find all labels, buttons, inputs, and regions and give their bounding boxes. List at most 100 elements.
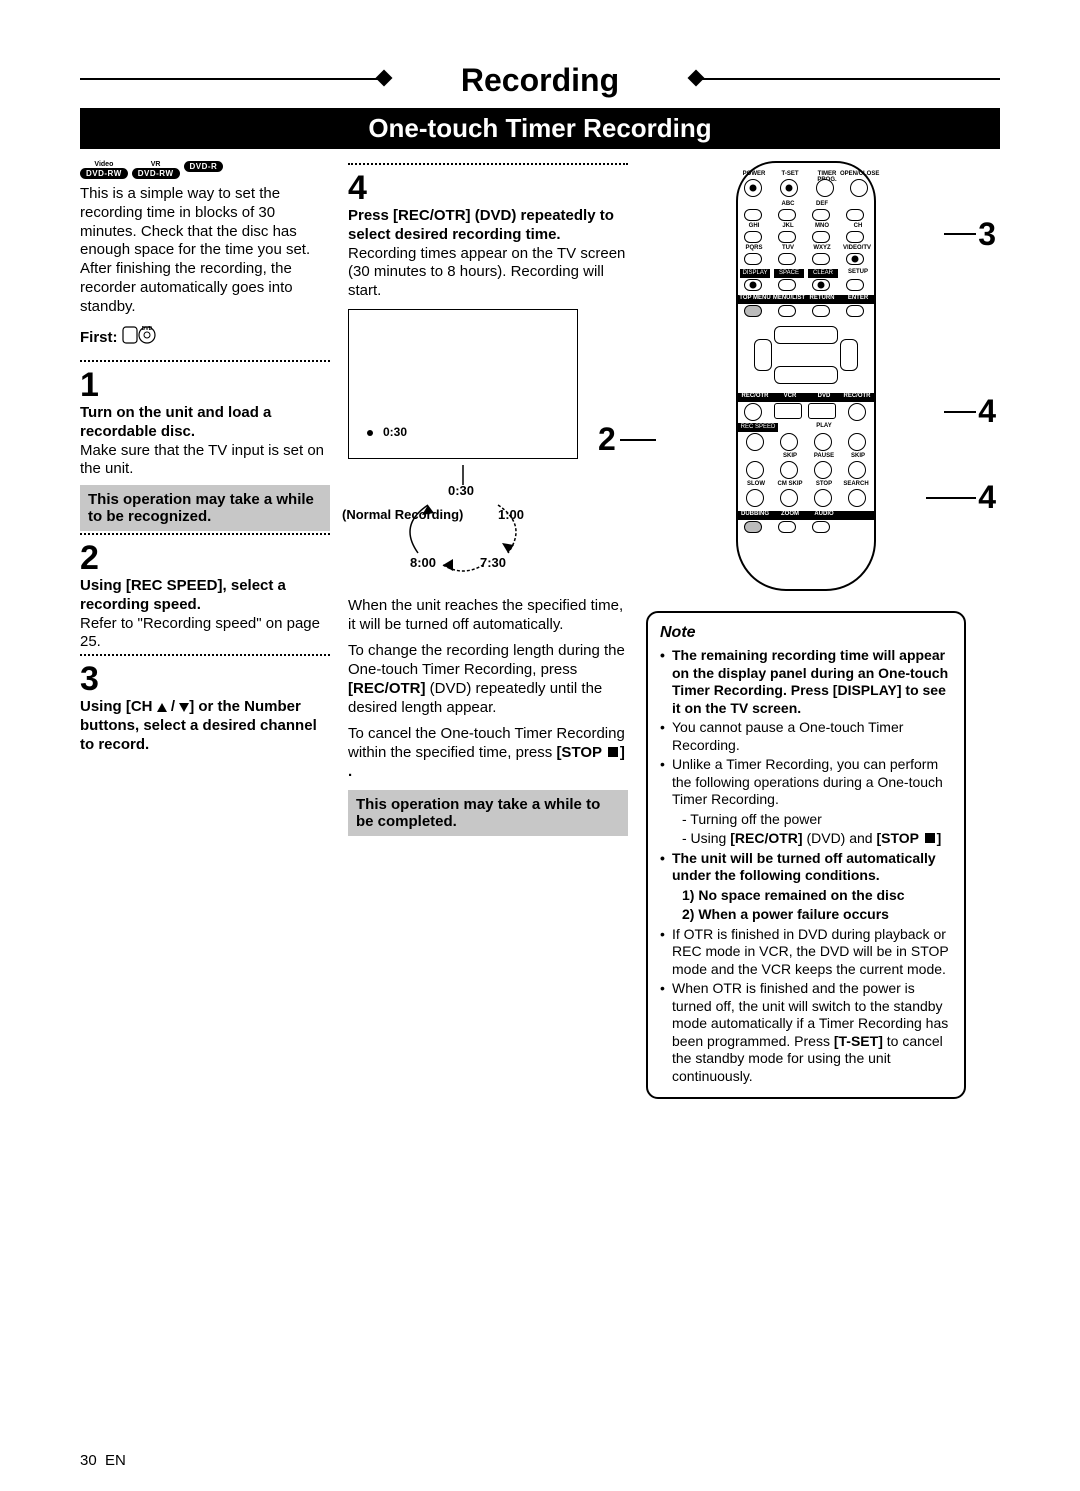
divider [348, 163, 628, 165]
label-open: OPEN/CLOSE [840, 171, 878, 177]
num-6-button[interactable] [812, 231, 830, 243]
label-return: RETURN [808, 295, 836, 301]
recspeed-button[interactable] [746, 433, 764, 451]
label-tuv: TUV [774, 245, 802, 251]
timer-button[interactable] [816, 179, 834, 197]
ff-button[interactable] [848, 433, 866, 451]
num-0-button[interactable] [778, 279, 796, 291]
note-sub: - Using [REC/OTR] (DVD) and [STOP ] [660, 830, 952, 848]
vcr-button[interactable] [774, 403, 802, 419]
badge-dvdrw-video: VideoDVD-RW [80, 161, 128, 179]
num-4-button[interactable] [744, 231, 762, 243]
step-1-head: Turn on the unit and load a recordable d… [80, 404, 330, 442]
label-power: POWER [740, 171, 768, 177]
left-column: VideoDVD-RW VRDVD-RW DVD-R This is a sim… [80, 161, 330, 1099]
step-4-body: Recording times appear on the TV screen … [348, 245, 628, 301]
dubbing-button[interactable] [744, 521, 762, 533]
num-2-button[interactable] [778, 209, 796, 221]
menulist-button[interactable] [778, 305, 796, 317]
setup-button[interactable] [846, 279, 864, 291]
audio-button[interactable] [812, 521, 830, 533]
slow-button[interactable] [746, 489, 764, 507]
label-space: SPACE [774, 269, 804, 278]
note-bold-sub: 2) When a power failure occurs [660, 906, 952, 924]
cycle-normal-label: (Normal Recording) [342, 507, 463, 522]
callout-2: 2 [598, 421, 616, 458]
nav-left[interactable] [754, 339, 772, 371]
badge-dvdr: DVD-R [184, 161, 224, 179]
label-enter: ENTER [844, 295, 872, 301]
step-2-num: 2 [80, 541, 330, 575]
nav-down[interactable] [774, 366, 838, 384]
open-button[interactable] [850, 179, 868, 197]
callout-2-line [620, 439, 656, 441]
tv-time-text: 0:30 [383, 425, 407, 439]
middle-column: 4 Press [REC/OTR] (DVD) repeatedly to se… [348, 161, 628, 1099]
time-cycle-diagram: 0:30 (Normal Recording) 1:00 8:00 7:30 [348, 465, 578, 585]
stop-button[interactable] [814, 489, 832, 507]
stop-icon [608, 747, 618, 757]
num-1-button[interactable] [744, 209, 762, 221]
cmskip-button[interactable] [780, 489, 798, 507]
mid-notice: This operation may take a while to be co… [348, 790, 628, 836]
skipback-button[interactable] [780, 461, 798, 479]
enter-button[interactable] [846, 305, 864, 317]
label-jkl: JKL [774, 223, 802, 229]
page-no-value: 30 [80, 1452, 97, 1469]
num-7-button[interactable] [744, 253, 762, 265]
dvd-button[interactable] [808, 403, 836, 419]
title-section: Recording [80, 60, 1000, 104]
power-button[interactable] [744, 179, 762, 197]
num-8-button[interactable] [778, 253, 796, 265]
badge-dvdrw-vr: VRDVD-RW [132, 161, 180, 179]
num-9-button[interactable] [812, 253, 830, 265]
clear-button[interactable] [812, 279, 830, 291]
videotv-button[interactable] [846, 253, 864, 265]
txt: To change the recording length during th… [348, 642, 625, 678]
txt-bold: [STOP [556, 744, 605, 761]
return-button[interactable] [812, 305, 830, 317]
rew-button[interactable] [780, 433, 798, 451]
ch-down-button[interactable] [846, 231, 864, 243]
label-recotr2: REC/OTR [840, 393, 874, 399]
badge-pill: DVD-R [184, 161, 224, 172]
recotr-dvd-button[interactable] [848, 403, 866, 421]
tset-button[interactable] [780, 179, 798, 197]
recotr-vcr-button[interactable] [744, 403, 762, 421]
note-title: Note [660, 623, 952, 643]
x-button[interactable] [746, 461, 764, 479]
note-item: When OTR is finished and the power is tu… [660, 980, 952, 1085]
step-4-head: Press [REC/OTR] (DVD) repeatedly to sele… [348, 207, 628, 245]
cycle-right: 1:00 [498, 507, 524, 522]
stop-icon [925, 833, 935, 843]
cycle-bottom-left: 8:00 [410, 555, 436, 570]
up-arrow-icon [157, 703, 167, 712]
ch-up-button[interactable] [846, 209, 864, 221]
topmenu-button[interactable] [744, 305, 762, 317]
label-search: SEARCH [842, 481, 870, 487]
num-5-button[interactable] [778, 231, 796, 243]
title-rule-left [80, 78, 380, 80]
label-stop: STOP [810, 481, 838, 487]
label-skip2: SKIP [844, 453, 872, 459]
note-list: The remaining recording time will appear… [660, 647, 952, 809]
skipfwd-button[interactable] [848, 461, 866, 479]
remote-icon: DVD [122, 324, 158, 352]
label-pqrs: PQRS [740, 245, 768, 251]
pause-button[interactable] [814, 461, 832, 479]
page-number: 30 EN [80, 1452, 126, 1469]
play-button[interactable] [814, 433, 832, 451]
nav-right[interactable] [840, 339, 858, 371]
num-3-button[interactable] [812, 209, 830, 221]
disc-badges: VideoDVD-RW VRDVD-RW DVD-R [80, 161, 330, 179]
callout-3: 3 [978, 216, 996, 253]
search-button[interactable] [848, 489, 866, 507]
display-button[interactable] [744, 279, 762, 291]
label-play: PLAY [810, 423, 838, 429]
page-lang: EN [105, 1452, 126, 1469]
label-clear: CLEAR [808, 269, 838, 278]
nav-up[interactable] [774, 326, 838, 344]
zoom-button[interactable] [778, 521, 796, 533]
label-mno: MNO [808, 223, 836, 229]
callout-4b: 4 [978, 479, 996, 516]
